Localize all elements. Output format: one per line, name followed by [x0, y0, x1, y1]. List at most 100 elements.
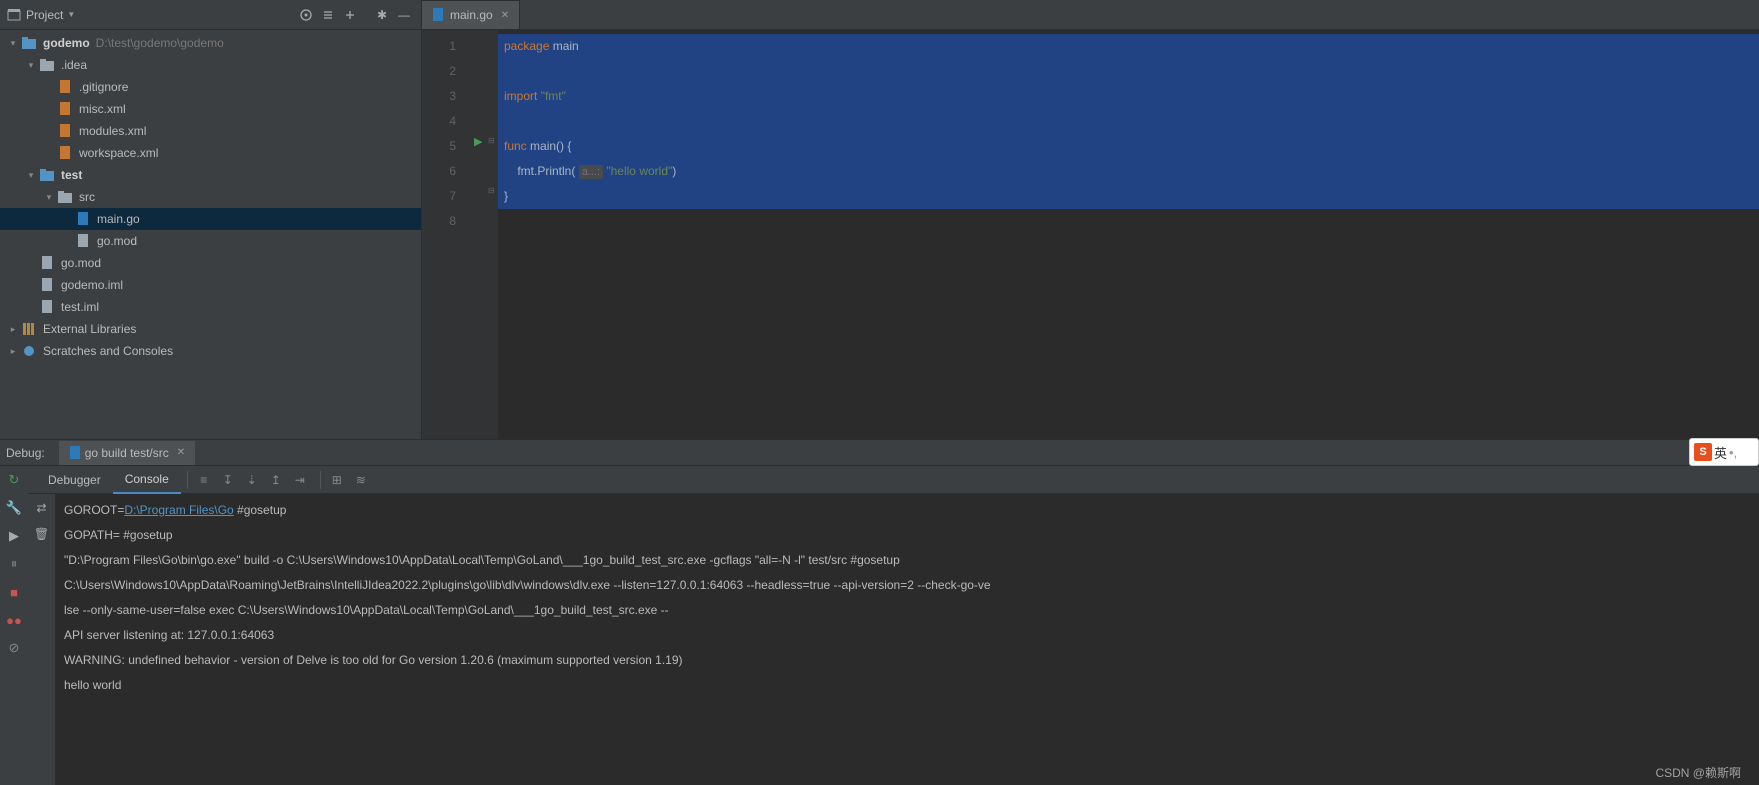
hide-button[interactable]: —	[393, 4, 415, 26]
parameter-hint: a...:	[579, 165, 603, 179]
library-icon	[21, 321, 37, 337]
fold-icon[interactable]: ⊟	[488, 136, 495, 145]
trace-button[interactable]: ≋	[351, 470, 371, 490]
fold-icon[interactable]: ⊟	[488, 186, 495, 195]
evaluate-button[interactable]: ⊞	[327, 470, 347, 490]
line-number: 2	[426, 59, 456, 84]
expand-all-button[interactable]	[317, 4, 339, 26]
console-link[interactable]: D:\Program Files\Go	[124, 503, 233, 517]
mute-breakpoints-button[interactable]: ⊘	[4, 638, 24, 658]
line-number: 6	[426, 159, 456, 184]
folder-icon	[57, 189, 73, 205]
tree-label: Scratches and Consoles	[43, 344, 173, 358]
idea-folder-node[interactable]: ▾.idea	[0, 54, 421, 76]
run-to-cursor-button[interactable]: ⇥	[290, 470, 310, 490]
collapse-all-button[interactable]	[339, 4, 361, 26]
tree-label: main.go	[97, 212, 140, 226]
tree-label: workspace.xml	[79, 146, 158, 160]
rerun-button[interactable]: ↻	[4, 470, 24, 490]
code-token: package	[504, 39, 549, 53]
project-sidebar: Project ▼ ✱ — ▾godemoD:\test\godemo\gode…	[0, 0, 422, 439]
sidebar-title: Project	[26, 8, 63, 22]
project-path-label: D:\test\godemo\godemo	[96, 36, 224, 50]
dropdown-icon[interactable]: ▼	[67, 10, 75, 19]
tree-file-node[interactable]: go.mod	[0, 252, 421, 274]
tree-label: test	[61, 168, 82, 182]
tree-label: go.mod	[97, 234, 137, 248]
test-folder-node[interactable]: ▾test	[0, 164, 421, 186]
console-text: #gosetup	[234, 503, 287, 517]
tree-file-node[interactable]: misc.xml	[0, 98, 421, 120]
iml-file-icon	[39, 299, 55, 315]
run-config-label: go build test/src	[85, 446, 169, 460]
gutter-icons: ▶ ⊟ ⊟	[466, 30, 498, 439]
console-sidebar: ⇄ 🗑	[28, 494, 56, 785]
step-over-button[interactable]: ≡	[194, 470, 214, 490]
settings-button[interactable]: ✱	[371, 4, 393, 26]
code-token: import	[504, 89, 537, 103]
debug-tabs: Debugger Console ≡ ↧ ⇣ ↥ ⇥ ⊞ ≋	[28, 466, 1759, 494]
tree-file-node[interactable]: modules.xml	[0, 120, 421, 142]
go-file-icon	[432, 8, 444, 22]
run-icon[interactable]: ▶	[474, 135, 482, 148]
tab-label: main.go	[450, 8, 493, 22]
close-icon[interactable]: ✕	[177, 447, 185, 458]
console-text: "D:\Program Files\Go\bin\go.exe" build -…	[64, 553, 900, 567]
tree-label: .gitignore	[79, 80, 128, 94]
sidebar-header: Project ▼ ✱ —	[0, 0, 421, 30]
xml-file-icon	[57, 145, 73, 161]
tree-label: misc.xml	[79, 102, 126, 116]
step-into-button[interactable]: ↧	[218, 470, 238, 490]
code-editor[interactable]: 1 2 3 4 5 6 7 8 ▶ ⊟ ⊟ package main	[422, 30, 1759, 439]
pause-button[interactable]: ⏸	[4, 554, 24, 574]
project-icon	[6, 7, 22, 23]
source-code[interactable]: package main import "fmt" func main() { …	[498, 30, 1759, 439]
go-mod-file-node[interactable]: go.mod	[0, 230, 421, 252]
tree-file-node[interactable]: godemo.iml	[0, 274, 421, 296]
configure-button[interactable]: 🔧	[4, 498, 24, 518]
console-text: hello world	[64, 678, 121, 692]
tree-label: src	[79, 190, 95, 204]
file-icon	[75, 233, 91, 249]
main-go-file-node[interactable]: main.go	[0, 208, 421, 230]
breakpoints-button[interactable]: ●●	[4, 610, 24, 630]
go-file-icon	[69, 446, 81, 460]
line-number: 7	[426, 184, 456, 209]
watermark: CSDN @赖斯啊	[1655, 764, 1741, 781]
project-root-node[interactable]: ▾godemoD:\test\godemo\godemo	[0, 32, 421, 54]
external-libraries-node[interactable]: ▸External Libraries	[0, 318, 421, 340]
tree-label: modules.xml	[79, 124, 146, 138]
editor-pane: main.go ✕ 1 2 3 4 5 6 7 8 ▶ ⊟	[422, 0, 1759, 439]
run-config-tab[interactable]: go build test/src ✕	[59, 441, 195, 465]
project-tree[interactable]: ▾godemoD:\test\godemo\godemo ▾.idea .git…	[0, 30, 421, 439]
tree-file-node[interactable]: test.iml	[0, 296, 421, 318]
console-tab[interactable]: Console	[113, 466, 181, 494]
xml-file-icon	[57, 101, 73, 117]
ime-indicator[interactable]: S 英 •,	[1689, 438, 1759, 466]
code-token: "hello world"	[603, 164, 672, 178]
editor-tab-main-go[interactable]: main.go ✕	[422, 0, 520, 29]
tree-file-node[interactable]: .gitignore	[0, 76, 421, 98]
step-out-button[interactable]: ↥	[266, 470, 286, 490]
scratches-icon	[21, 343, 37, 359]
tree-file-node[interactable]: workspace.xml	[0, 142, 421, 164]
up-stack-button[interactable]: ⇄	[32, 498, 52, 518]
line-number: 3	[426, 84, 456, 109]
debug-header: Debug: go build test/src ✕	[0, 440, 1759, 466]
stop-button[interactable]: ■	[4, 582, 24, 602]
editor-tab-bar: main.go ✕	[422, 0, 1759, 30]
select-opened-file-button[interactable]	[295, 4, 317, 26]
resume-button[interactable]: ▶	[4, 526, 24, 546]
code-token: }	[504, 189, 508, 203]
xml-file-icon	[57, 123, 73, 139]
console-text: API server listening at: 127.0.0.1:64063	[64, 628, 274, 642]
src-folder-node[interactable]: ▾src	[0, 186, 421, 208]
code-token: () {	[556, 139, 571, 153]
line-number-gutter: 1 2 3 4 5 6 7 8	[422, 30, 466, 439]
clear-button[interactable]: 🗑	[32, 524, 52, 544]
close-tab-icon[interactable]: ✕	[501, 10, 509, 21]
scratches-node[interactable]: ▸Scratches and Consoles	[0, 340, 421, 362]
debugger-tab[interactable]: Debugger	[36, 466, 113, 494]
step-into-my-button[interactable]: ⇣	[242, 470, 262, 490]
console-output[interactable]: GOROOT=D:\Program Files\Go #gosetup GOPA…	[56, 494, 1759, 785]
